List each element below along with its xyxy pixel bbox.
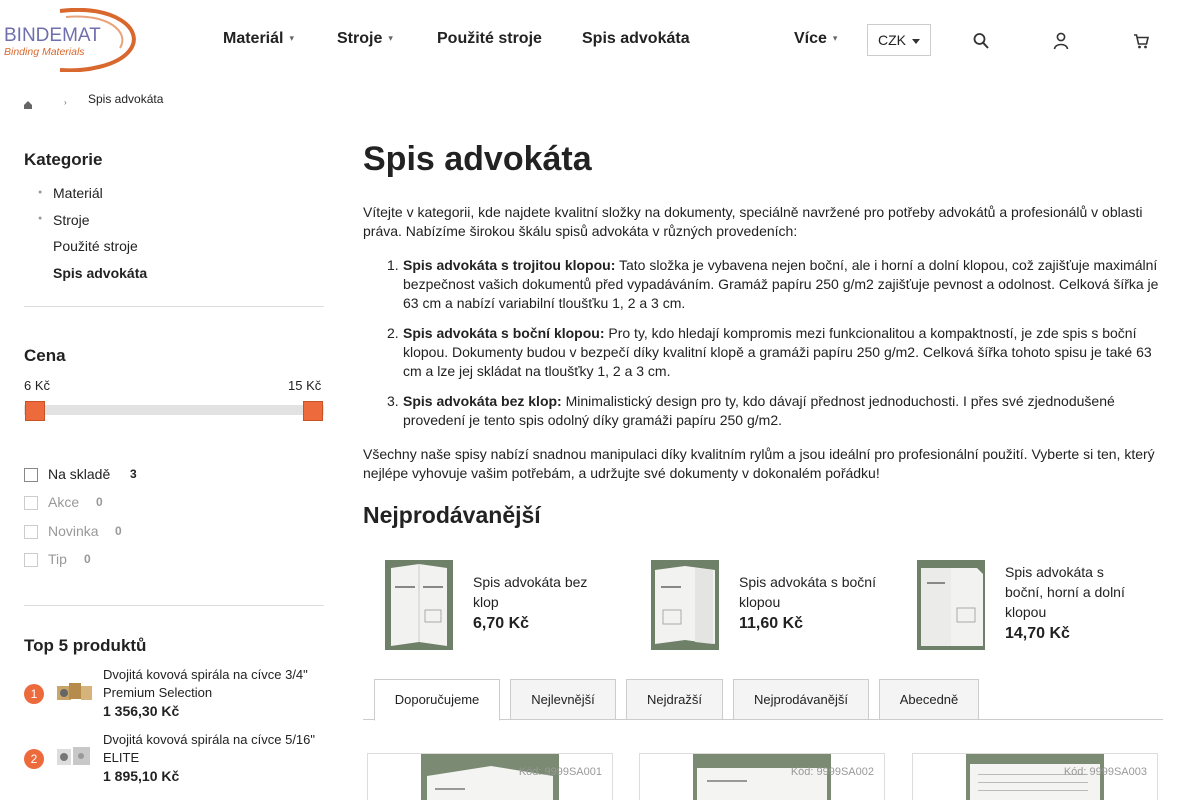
site-header: BINDEMAT Binding Materials Materiál ▾ Str… <box>0 0 1200 80</box>
bestseller-item[interactable]: Spis advokáta bez klop 6,70 Kč <box>385 560 615 650</box>
home-icon[interactable] <box>24 96 32 109</box>
checkbox <box>24 553 38 567</box>
product-card[interactable]: Kód: 9999SA001 <box>367 753 613 800</box>
bullet-icon: ● <box>38 215 43 222</box>
tab-nejprodavanejsi[interactable]: Nejprodávanější <box>733 679 869 720</box>
rank-badge: 1 <box>24 684 44 704</box>
filter-label: Novinka <box>48 523 99 539</box>
bestseller-price: 6,70 Kč <box>473 615 530 632</box>
sidebar-item-stroje[interactable]: Stroje <box>53 212 90 228</box>
currency-value: CZK <box>878 32 906 48</box>
currency-select[interactable]: CZK <box>867 24 931 56</box>
nav-label: Spis advokáta <box>582 30 690 47</box>
price-slider-min-handle[interactable] <box>25 401 45 421</box>
bestseller-item[interactable]: Spis advokáta s boční klopou 11,60 Kč <box>651 560 881 650</box>
list-item-title: Spis advokáta s trojitou klopou: <box>403 257 616 273</box>
product-card[interactable]: Kód: 9999SA003 <box>912 753 1158 800</box>
product-code: Kód: 9999SA003 <box>1063 766 1147 778</box>
bestseller-price: 11,60 Kč <box>739 615 804 632</box>
price-slider-track[interactable] <box>24 405 324 415</box>
cart-icon[interactable] <box>1133 32 1150 50</box>
list-number: 2. <box>387 325 399 341</box>
product-code: Kód: 9999SA001 <box>518 766 602 778</box>
page-title: Spis advokáta <box>363 140 592 178</box>
sidebar-item-material[interactable]: Materiál <box>53 185 103 201</box>
filter-count: 3 <box>130 467 137 481</box>
top-product-price: 1 895,10 Kč <box>103 768 180 784</box>
divider <box>24 605 324 606</box>
price-max: 15 Kč <box>288 378 322 393</box>
user-icon[interactable] <box>1053 32 1069 50</box>
top-product-name[interactable]: Dvojitá kovová spirála na cívce 3/4" Pre… <box>103 666 323 702</box>
product-thumbnail[interactable] <box>55 680 93 704</box>
nav-label: Použité stroje <box>437 30 542 47</box>
checkbox <box>24 525 38 539</box>
chevron-down-icon: ▾ <box>289 33 294 44</box>
breadcrumb-current: Spis advokáta <box>88 92 164 106</box>
price-heading: Cena <box>24 346 66 365</box>
nav-label: Materiál <box>223 30 284 47</box>
bestseller-item[interactable]: Spis advokáta s boční, horní a dolní klo… <box>917 560 1147 650</box>
nav-item-stroje[interactable]: Stroje ▾ <box>337 30 393 48</box>
product-card[interactable]: Kód: 9999SA002 <box>639 753 885 800</box>
chevron-right-icon: › <box>64 98 67 107</box>
bestseller-price: 14,70 Kč <box>1005 625 1070 642</box>
logo[interactable]: BINDEMAT Binding Materials <box>0 7 140 73</box>
filter-label: Tip <box>48 551 67 567</box>
product-image[interactable] <box>385 560 453 650</box>
checkbox[interactable] <box>24 468 38 482</box>
filter-count: 0 <box>96 495 103 509</box>
tab-abecedne[interactable]: Abecedně <box>879 679 979 720</box>
product-image[interactable] <box>651 560 719 650</box>
top-products-heading: Top 5 produktů <box>24 636 147 655</box>
bullet-icon: ● <box>38 189 43 196</box>
bestsellers-heading: Nejprodávanější <box>363 502 541 528</box>
tab-doporucujeme[interactable]: Doporučujeme <box>374 679 500 721</box>
sidebar-item-pouzite-stroje[interactable]: Použité stroje <box>53 238 138 254</box>
chevron-down-icon: ▾ <box>832 33 838 44</box>
chevron-down-icon: ▾ <box>388 33 393 44</box>
sidebar-item-spis-advokata[interactable]: Spis advokáta <box>53 265 147 281</box>
outro-text: Všechny naše spisy nabízí snadnou manipu… <box>363 446 1155 481</box>
filter-count: 0 <box>115 524 122 538</box>
filter-label: Na skladě <box>48 466 111 482</box>
product-code: Kód: 9999SA002 <box>790 766 874 778</box>
bestseller-name[interactable]: Spis advokáta s boční klopou <box>739 572 879 612</box>
product-image[interactable] <box>917 560 985 650</box>
intro-text: Vítejte v kategorii, kde najdete kvalitn… <box>363 204 1143 239</box>
nav-label: Více <box>794 30 827 47</box>
top-product-price: 1 356,30 Kč <box>103 703 180 719</box>
tab-nejdrazsi[interactable]: Nejdražší <box>626 679 723 720</box>
checkbox <box>24 496 38 510</box>
nav-item-pouzite-stroje[interactable]: Použité stroje <box>437 30 542 48</box>
rank-badge: 2 <box>24 749 44 769</box>
filter-count: 0 <box>84 552 91 566</box>
top-product-name[interactable]: Dvojitá kovová spirála na cívce 5/16" EL… <box>103 731 323 767</box>
logo-tagline: Binding Materials <box>4 46 85 58</box>
divider <box>24 306 324 307</box>
price-slider-max-handle[interactable] <box>303 401 323 421</box>
logo-name: BINDEMAT <box>4 25 101 46</box>
product-thumbnail[interactable] <box>55 745 93 769</box>
list-item-title: Spis advokáta s boční klopou: <box>403 325 605 341</box>
price-min: 6 Kč <box>24 378 51 393</box>
nav-item-vice[interactable]: Více ▾ <box>794 30 837 48</box>
nav-label: Stroje <box>337 30 383 47</box>
list-item-title: Spis advokáta bez klop: <box>403 393 562 409</box>
filter-label: Akce <box>48 494 80 510</box>
dropdown-arrow-icon <box>912 39 920 44</box>
list-number: 1. <box>387 257 399 273</box>
nav-item-material[interactable]: Materiál ▾ <box>223 30 294 48</box>
tab-nejlevnejsi[interactable]: Nejlevnější <box>510 679 616 720</box>
list-number: 3. <box>387 393 399 409</box>
bestseller-name[interactable]: Spis advokáta s boční, horní a dolní klo… <box>1005 562 1145 622</box>
search-icon[interactable] <box>973 32 989 50</box>
bestseller-name[interactable]: Spis advokáta bez klop <box>473 572 613 612</box>
categories-heading: Kategorie <box>24 150 103 169</box>
nav-item-spis-advokata[interactable]: Spis advokáta <box>582 30 690 48</box>
